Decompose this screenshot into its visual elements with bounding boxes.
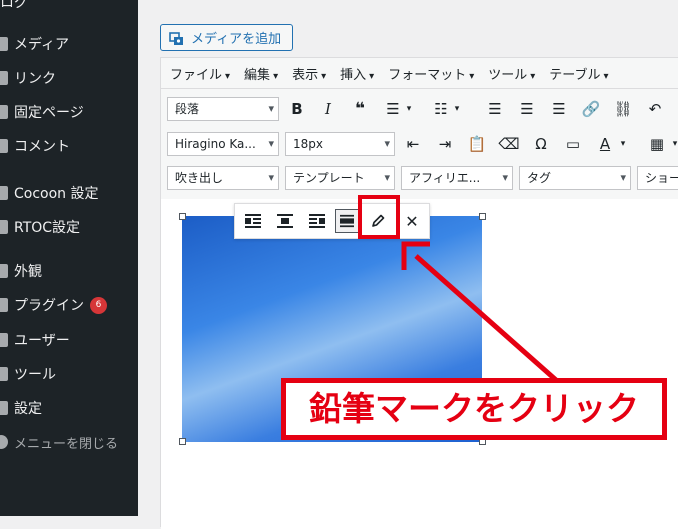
menu-file[interactable]: ファイル: [161, 64, 235, 83]
paragraph-format-select[interactable]: 段落: [167, 97, 279, 121]
sidebar-item-label: プラグイン: [14, 298, 84, 314]
align-left-icon[interactable]: ☰: [485, 99, 505, 119]
sidebar-item-settings[interactable]: 設定: [0, 391, 138, 425]
update-count-badge: 6: [90, 296, 107, 314]
collapse-menu-button[interactable]: メニューを閉じる: [0, 425, 138, 459]
users-icon: [0, 333, 8, 347]
plugin-icon: [0, 298, 8, 312]
image-align-right-icon[interactable]: [305, 209, 329, 233]
menu-table[interactable]: テーブル: [540, 64, 613, 83]
sidebar-item-appearance[interactable]: 外観: [0, 254, 138, 288]
table-dropdown-icon[interactable]: ▾: [665, 134, 678, 154]
sidebar-item-label: リンク: [14, 71, 56, 87]
sidebar-item-pages[interactable]: 固定ページ: [0, 95, 138, 129]
comment-icon: [0, 139, 8, 153]
add-media-label: メディアを追加: [191, 32, 282, 47]
bullet-list-dropdown-icon[interactable]: ▾: [399, 99, 419, 119]
shortcode-select[interactable]: ショー: [637, 166, 678, 190]
resize-handle-bottom-left[interactable]: [179, 438, 186, 445]
sidebar-item-users[interactable]: ユーザー: [0, 323, 138, 357]
font-size-select[interactable]: 18px: [285, 132, 395, 156]
image-align-left-icon[interactable]: [241, 209, 265, 233]
unlink-icon[interactable]: ⛓: [613, 99, 633, 119]
resize-handle-top-left[interactable]: [179, 213, 186, 220]
italic-icon[interactable]: I: [318, 99, 338, 119]
appearance-icon: [0, 264, 8, 278]
add-media-icon: [169, 30, 185, 46]
rtoc-icon: [0, 220, 8, 234]
remove-image-icon[interactable]: ✕: [400, 209, 424, 233]
sidebar-item-label: ユーザー: [14, 333, 70, 349]
image-align-none-icon[interactable]: [335, 209, 359, 233]
annotation-callout: 鉛筆マークをクリック: [281, 378, 667, 440]
align-right-icon[interactable]: ☰: [549, 99, 569, 119]
sidebar-item-comments[interactable]: コメント: [0, 129, 138, 163]
sidebar-item-tools[interactable]: ツール: [0, 357, 138, 391]
align-center-icon[interactable]: ☰: [517, 99, 537, 119]
font-family-select[interactable]: Hiragino Ka...: [167, 132, 279, 156]
sidebar-item-label: メニューを閉じる: [14, 436, 119, 452]
sidebar-item-label: ツール: [14, 367, 56, 383]
numbered-list-dropdown-icon[interactable]: ▾: [447, 99, 467, 119]
menu-insert[interactable]: 挿入: [331, 64, 379, 83]
link-icon: [0, 71, 8, 85]
sidebar-item-top-partial[interactable]: ログ: [0, 0, 138, 14]
admin-sidebar: ログ メディア リンク 固定ページ コメント Cocoon 設定 RTOC設定 …: [0, 0, 138, 516]
outdent-icon[interactable]: ⇤: [403, 134, 423, 154]
image-align-center-icon[interactable]: [273, 209, 297, 233]
menu-tools[interactable]: ツール: [479, 64, 540, 83]
template-select[interactable]: テンプレート: [285, 166, 395, 190]
sidebar-item-label: メディア: [14, 37, 70, 53]
sidebar-item-rtoc[interactable]: RTOC設定: [0, 210, 138, 244]
bold-icon[interactable]: B: [287, 99, 307, 119]
resize-handle-top-right[interactable]: [479, 213, 486, 220]
menu-format[interactable]: フォーマット: [379, 64, 479, 83]
indent-icon[interactable]: ⇥: [435, 134, 455, 154]
sidebar-item-cocoon[interactable]: Cocoon 設定: [0, 176, 138, 210]
blockquote-icon[interactable]: ❝: [350, 99, 370, 119]
cocoon-icon: [0, 186, 8, 200]
collapse-icon: [0, 435, 8, 449]
menu-edit[interactable]: 編集: [235, 64, 283, 83]
balloon-select[interactable]: 吹き出し: [167, 166, 279, 190]
paste-text-icon[interactable]: 📋: [467, 134, 487, 154]
text-color-dropdown-icon[interactable]: ▾: [613, 134, 633, 154]
sidebar-item-label: RTOC設定: [14, 220, 81, 236]
link-icon[interactable]: 🔗: [581, 99, 601, 119]
page-icon: [0, 105, 8, 119]
tag-select[interactable]: タグ: [519, 166, 631, 190]
editor-menubar: ファイル 編集 表示 挿入 フォーマット ツール テーブル: [161, 58, 678, 89]
pencil-highlight-box: [358, 195, 400, 239]
affiliate-select[interactable]: アフィリエ...: [401, 166, 513, 190]
menu-view[interactable]: 表示: [283, 64, 331, 83]
sidebar-item-links[interactable]: リンク: [0, 61, 138, 95]
tools-icon: [0, 367, 8, 381]
sidebar-item-media[interactable]: メディア: [0, 27, 138, 61]
media-icon: [0, 37, 8, 51]
editor-toolbars: 段落 B I ❝ ☰ ▾ ☷ ▾ ☰ ☰ ☰ 🔗 ⛓ ↶ Hiragino Ka…: [161, 89, 678, 200]
text-color-icon[interactable]: A: [595, 134, 615, 154]
sidebar-item-label: ログ: [0, 0, 28, 11]
add-media-button[interactable]: メディアを追加: [160, 24, 293, 51]
settings-icon: [0, 401, 8, 415]
sidebar-item-label: 設定: [14, 401, 42, 417]
image-inline-toolbar: ✕: [234, 203, 430, 239]
sidebar-item-label: 外観: [14, 264, 42, 280]
sidebar-item-label: 固定ページ: [14, 105, 84, 121]
clear-format-icon[interactable]: ⌫: [498, 134, 519, 154]
undo-icon[interactable]: ↶: [645, 99, 665, 119]
horizontal-rule-icon[interactable]: ▭: [563, 134, 583, 154]
sidebar-item-label: コメント: [14, 139, 70, 155]
special-char-icon[interactable]: Ω: [531, 134, 551, 154]
table-icon[interactable]: ▦: [647, 134, 667, 154]
sidebar-item-label: Cocoon 設定: [14, 186, 99, 202]
sidebar-item-plugins[interactable]: プラグイン 6: [0, 288, 138, 322]
